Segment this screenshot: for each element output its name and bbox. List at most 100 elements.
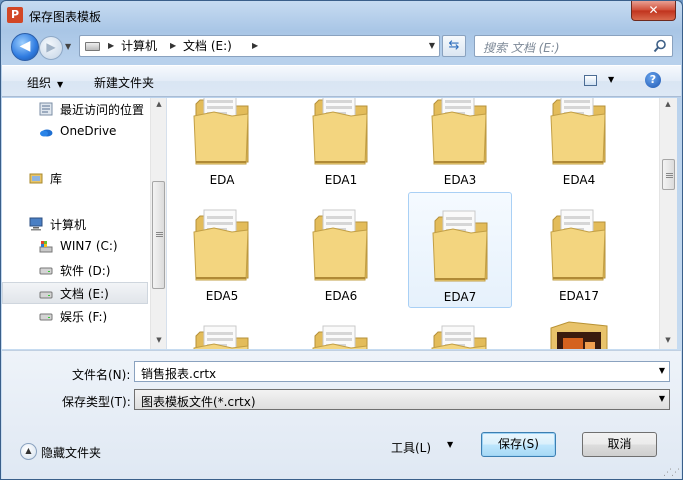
file-item-label: EDA4 [562,173,596,187]
drive-icon [39,291,53,299]
scrollbar-thumb[interactable] [662,159,675,190]
folder-icon [550,98,606,165]
file-list-scrollbar[interactable]: ▲ ▼ [659,98,677,349]
file-item[interactable] [408,308,512,349]
chevron-down-icon[interactable]: ▼ [447,440,453,449]
folder-icon [431,325,487,349]
file-item-label: EDA1 [324,173,358,187]
filename-label: 文件名(N): [72,368,131,382]
navigation-bar: ◀ ▶ ▼ ▶ 计算机 ▶ 文档 (E:) ▶ ▼ ⇆ 搜索 文档 (E:) [1,31,682,63]
system-drive-icon [39,241,53,253]
resize-grip-icon[interactable]: ⋰⋰ [663,468,680,478]
file-item[interactable]: EDA7 [408,192,512,308]
forward-button[interactable]: ▶ [39,36,63,60]
filetype-value: 图表模板文件(*.crtx) [141,395,256,409]
tools-menu[interactable]: 工具(L) [391,439,431,456]
file-item[interactable] [170,308,274,349]
file-item[interactable]: EDA4 [527,98,631,192]
hide-folders-label[interactable]: 隐藏文件夹 [41,444,101,461]
navigation-pane-scrollbar[interactable]: ▲ ▼ [150,98,166,349]
sidebar-item-drive-f[interactable]: 娱乐 (F:) [2,305,148,327]
sidebar-item-label: 娱乐 (F:) [60,310,108,324]
filename-value: 销售报表.crtx [141,367,217,381]
file-item[interactable]: EDA [170,98,274,192]
scroll-down-icon[interactable]: ▼ [151,336,166,344]
file-item-label: EDA7 [443,290,477,304]
command-toolbar: 组织 ▼ 新建文件夹 ▼ ? [2,65,681,97]
sidebar-item-drive-e[interactable]: 文档 (E:) [2,282,148,304]
folder-icon [193,325,249,349]
view-options-dropdown-icon[interactable]: ▼ [608,75,614,84]
recent-places-icon [39,102,53,116]
back-button[interactable]: ◀ [11,33,39,61]
sidebar-item-recent-places[interactable]: 最近访问的位置 [2,98,148,120]
file-item-label: EDA5 [205,289,239,303]
window-title: 保存图表模板 [29,10,102,24]
file-item[interactable]: EDA6 [289,192,393,308]
organize-label: 组织 [27,76,52,90]
breadcrumb-separator-icon[interactable]: ▶ [252,39,258,53]
scroll-up-icon[interactable]: ▲ [151,100,166,108]
file-item[interactable]: EDA1 [289,98,393,192]
computer-location-icon [85,42,100,51]
sidebar-item-library[interactable]: 库 [2,167,148,189]
image-folder-icon [550,321,608,349]
folder-icon [431,98,487,165]
file-item-label: EDA [209,173,235,187]
sidebar-item-drive-d[interactable]: 软件 (D:) [2,259,148,281]
sidebar-item-label: OneDrive [60,124,117,138]
file-item[interactable] [289,308,393,349]
folder-icon [312,325,368,349]
drive-icon [39,313,53,321]
recent-pages-dropdown-icon[interactable]: ▼ [65,41,75,53]
sidebar-item-drive-c[interactable]: WIN7 (C:) [2,236,148,258]
breadcrumb-computer[interactable]: 计算机 [121,39,157,53]
title-bar: P 保存图表模板 ✕ [1,1,682,31]
powerpoint-app-icon: P [7,7,23,23]
save-button[interactable]: 保存(S) [481,432,556,457]
filetype-select[interactable]: 图表模板文件(*.crtx) ▼ [134,389,670,410]
address-bar[interactable]: ▶ 计算机 ▶ 文档 (E:) ▶ ▼ [79,35,440,57]
drive-icon [39,267,53,275]
file-item[interactable]: EDA17 [527,192,631,308]
folder-icon [432,210,488,282]
navigation-pane: 最近访问的位置 OneDrive 库 计算机 WIN7 (C:) 软件 (D:)… [2,98,167,349]
sidebar-item-label: 库 [50,172,63,186]
chevron-down-icon[interactable]: ▼ [659,394,665,403]
sidebar-item-label: WIN7 (C:) [60,239,118,253]
sidebar-item-label: 文档 (E:) [60,287,109,301]
scroll-up-icon[interactable]: ▲ [660,100,676,108]
change-view-icon[interactable] [584,75,597,86]
refresh-button[interactable]: ⇆ [442,35,466,57]
close-button[interactable]: ✕ [631,1,676,21]
help-icon[interactable]: ? [645,72,661,88]
organize-menu[interactable]: 组织 ▼ [27,74,63,91]
file-item-label: EDA17 [558,289,600,303]
folder-icon [312,209,368,281]
hide-folders-toggle-icon[interactable]: ▲ [20,443,37,460]
scrollbar-thumb[interactable] [152,181,165,289]
filename-input[interactable]: 销售报表.crtx ▼ [134,361,670,382]
file-list: EDA EDA1 EDA3 EDA4 EDA5 EDA6 EDA7 EDA17 [167,98,659,349]
address-history-dropdown-icon[interactable]: ▼ [429,39,435,53]
folder-icon [193,209,249,281]
chevron-down-icon[interactable]: ▼ [659,366,665,375]
new-folder-button[interactable]: 新建文件夹 [94,74,154,91]
scroll-down-icon[interactable]: ▼ [660,336,676,344]
file-item-label: EDA3 [443,173,477,187]
breadcrumb-documents-drive[interactable]: 文档 (E:) [183,39,232,53]
file-item[interactable]: EDA5 [170,192,274,308]
filetype-label: 保存类型(T): [62,395,131,409]
search-icon[interactable] [653,39,667,53]
breadcrumb-separator-icon[interactable]: ▶ [108,39,114,53]
file-item[interactable] [527,308,631,349]
chevron-down-icon: ▼ [57,80,64,89]
sidebar-item-computer[interactable]: 计算机 [2,213,148,235]
file-item[interactable]: EDA3 [408,98,512,192]
file-item-label: EDA6 [324,289,358,303]
search-box[interactable]: 搜索 文档 (E:) [474,35,673,57]
sidebar-item-onedrive[interactable]: OneDrive [2,121,148,143]
cancel-button[interactable]: 取消 [582,432,657,457]
folder-icon [193,98,249,165]
breadcrumb-separator-icon[interactable]: ▶ [170,39,176,53]
